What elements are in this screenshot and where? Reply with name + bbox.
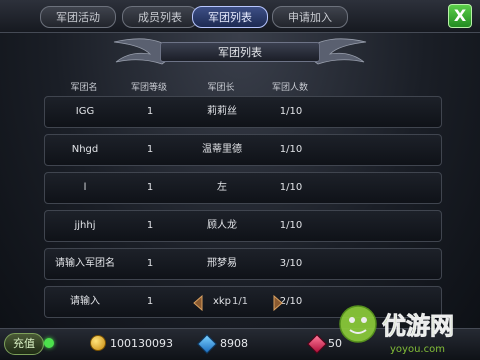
prev-page-icon[interactable]	[190, 294, 206, 312]
legion-table: 军团名 军团等级 军团长 军团人数 IGG 1 莉莉丝 1/10 Nhgd 1 …	[44, 76, 442, 324]
watermark-brand-text: 优游网	[382, 312, 454, 340]
diamond-amount: 8908	[220, 337, 248, 350]
cell-legion-level: 1	[146, 220, 154, 231]
cell-legion-leader: 左	[217, 182, 227, 193]
cell-legion-level: 1	[146, 258, 154, 269]
pagination: 1/1	[190, 294, 290, 312]
cell-legion-leader: 顾人龙	[207, 220, 237, 231]
tab-legion-activity[interactable]: 军团活动	[40, 6, 116, 28]
table-row[interactable]: Nhgd 1 温蒂里德 1/10	[44, 134, 442, 166]
tab-apply-join[interactable]: 申请加入	[272, 6, 348, 28]
next-page-icon[interactable]	[270, 294, 286, 312]
gold-coin-icon	[90, 335, 106, 351]
cell-legion-members: 3/10	[279, 258, 303, 269]
cell-legion-leader: 莉莉丝	[207, 106, 237, 117]
column-header-members: 军团人数	[271, 83, 308, 93]
watermark-url-text: yoyou.com	[390, 344, 445, 355]
cell-legion-level: 1	[146, 296, 154, 307]
panel-title: 军团列表	[160, 42, 320, 62]
tab-bar: 军团活动 成员列表 军团列表 申请加入 X	[0, 0, 480, 33]
cell-legion-level: 1	[146, 106, 154, 117]
recharge-button[interactable]: 充值	[4, 333, 44, 355]
table-row[interactable]: 请输入军团名 1 邢梦易 3/10	[44, 248, 442, 280]
page-indicator: 1/1	[231, 296, 249, 307]
cell-legion-members: 1/10	[279, 182, 303, 193]
ruby-icon	[307, 334, 327, 354]
diamond-icon	[197, 334, 217, 354]
cell-legion-leader: 邢梦易	[207, 258, 237, 269]
table-header: 军团名 军团等级 军团长 军团人数	[44, 76, 442, 96]
status-lamp-icon	[44, 338, 54, 348]
tab-member-list[interactable]: 成员列表	[122, 6, 198, 28]
table-row[interactable]: jjhhj 1 顾人龙 1/10	[44, 210, 442, 242]
cell-legion-level: 1	[146, 182, 154, 193]
tab-legion-list[interactable]: 军团列表	[192, 6, 268, 28]
cell-legion-members: 1/10	[279, 144, 303, 155]
cell-legion-leader: 温蒂里德	[202, 144, 242, 155]
column-header-leader: 军团长	[207, 83, 235, 93]
cell-legion-members: 1/10	[279, 106, 303, 117]
gold-amount: 100130093	[110, 337, 173, 350]
game-window: 军团活动 成员列表 军团列表 申请加入 X 军团列表 军团名 军团等级 军团长 …	[0, 0, 480, 360]
cell-legion-members: 1/10	[279, 220, 303, 231]
table-row[interactable]: l 1 左 1/10	[44, 172, 442, 204]
table-row[interactable]: IGG 1 莉莉丝 1/10	[44, 96, 442, 128]
cell-legion-level: 1	[146, 144, 154, 155]
site-watermark-logo: 优游网 yoyou.com	[339, 305, 454, 355]
column-header-level: 军团等级	[130, 83, 167, 93]
close-button[interactable]: X	[448, 4, 472, 28]
